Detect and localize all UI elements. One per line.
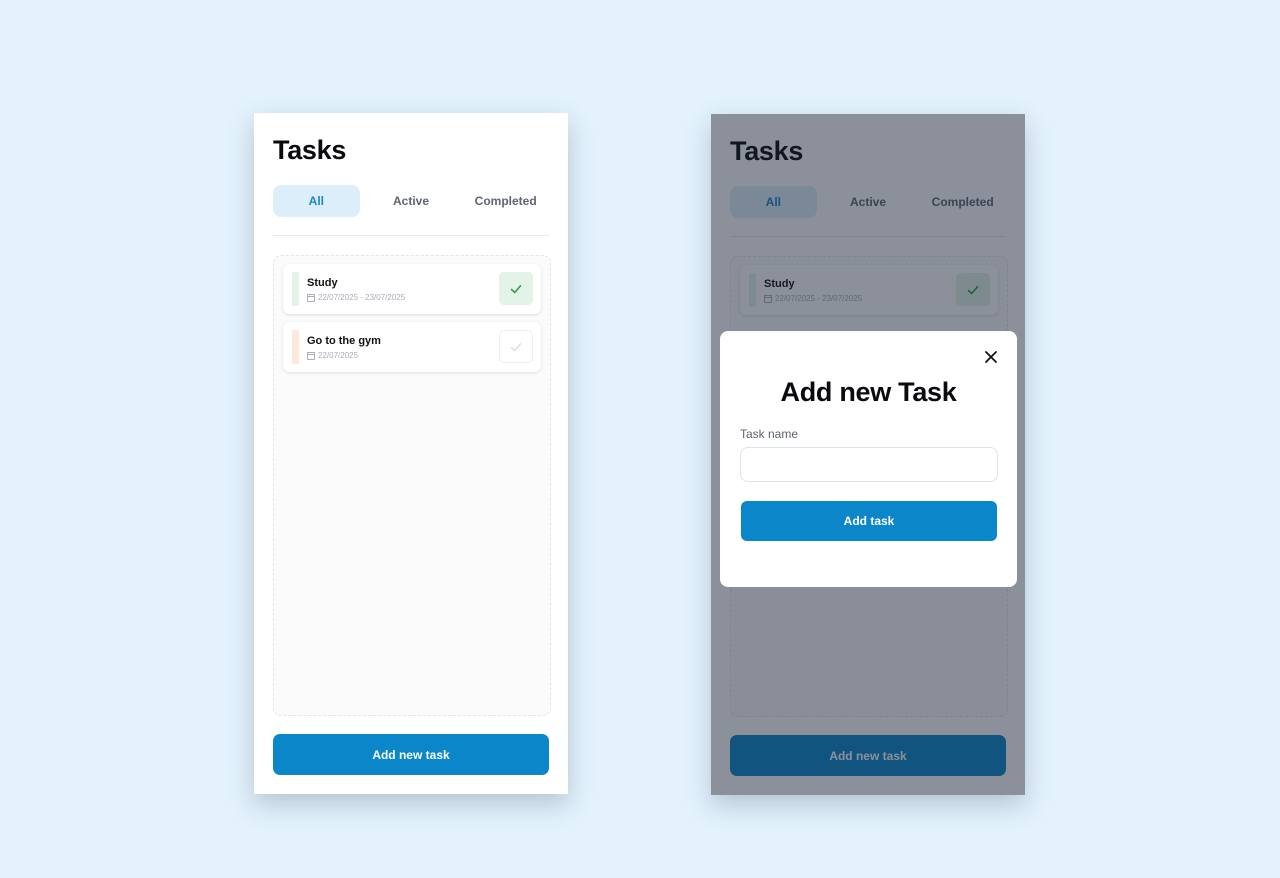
divider [273,235,549,236]
tab-all[interactable]: All [273,185,360,217]
task-item-gym[interactable]: Go to the gym 22/07/2025 [283,322,541,372]
task-date-row: 22/07/2025 - 23/07/2025 [307,293,405,302]
checkmark-icon [510,284,522,293]
close-icon [985,351,997,363]
task-name: Study [307,277,338,289]
calendar-icon [307,293,315,302]
task-accent-bar [292,272,299,306]
task-list: Study 22/07/2025 - 23/07/2025 Go to the … [273,255,551,716]
tab-completed[interactable]: Completed [462,185,549,217]
modal-title: Add new Task [780,377,957,407]
add-task-button[interactable]: Add task [741,501,997,541]
page-title: Tasks [273,135,347,165]
task-complete-toggle[interactable] [499,272,533,305]
task-date: 22/07/2025 - 23/07/2025 [318,293,406,302]
close-button[interactable] [983,349,999,365]
calendar-icon [307,351,315,360]
add-new-task-button[interactable]: Add new task [273,734,549,775]
add-task-modal: Add new Task Task name Add task [720,331,1017,587]
task-item-study[interactable]: Study 22/07/2025 - 23/07/2025 [283,264,541,314]
task-name-label: Task name [740,427,799,441]
task-list-screen: Tasks All Active Completed Study 22/07/2… [254,113,568,794]
task-accent-bar [292,330,299,364]
checkmark-icon [510,342,522,351]
task-date-row: 22/07/2025 [307,351,358,360]
task-name: Go to the gym [307,335,381,347]
task-complete-toggle[interactable] [499,330,533,363]
tab-active[interactable]: Active [368,185,455,217]
task-date: 22/07/2025 [318,351,359,360]
task-name-input[interactable] [740,447,998,482]
filter-tabs: All Active Completed [273,185,549,217]
